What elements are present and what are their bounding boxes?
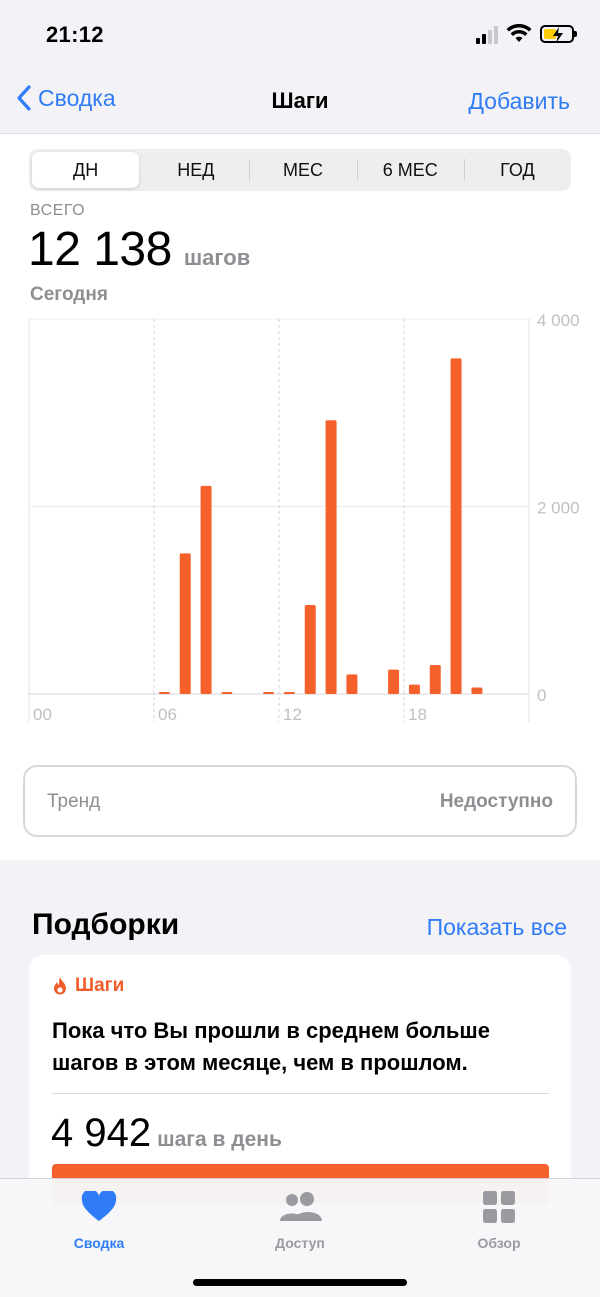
chart-bar — [221, 692, 233, 694]
chart-bar — [283, 692, 295, 694]
total-steps-value: 12 138 — [28, 223, 172, 276]
trend-row[interactable]: Тренд Недоступно — [23, 765, 577, 837]
highlight-stat: 4 942 шага в день — [51, 1111, 282, 1156]
chart-bar — [429, 664, 441, 694]
segment-day[interactable]: ДН — [32, 152, 140, 188]
status-bar: 21:12 — [0, 0, 600, 70]
people-icon — [280, 1192, 322, 1221]
flame-icon — [54, 977, 66, 995]
chart-bar — [346, 674, 358, 694]
tab-browse[interactable]: Обзор — [444, 1189, 554, 1251]
chart-bar — [179, 553, 191, 694]
total-steps-unit: шагов — [183, 245, 251, 270]
cellular-signal-icon — [476, 24, 498, 44]
chart-y-tick-label: 4 000 — [537, 312, 580, 330]
total-label: ВСЕГО — [30, 202, 86, 219]
wifi-icon — [506, 24, 532, 42]
tab-summary-label: Сводка — [73, 1235, 125, 1251]
highlight-value: 4 942 — [51, 1111, 152, 1155]
battery-icon — [540, 25, 577, 43]
steps-card: ДН НЕД МЕС 6 МЕС ГОД ВСЕГО 12 138 шагов … — [0, 134, 600, 860]
chart-bar — [471, 687, 483, 694]
chart-bar — [450, 358, 462, 694]
tab-summary[interactable]: Сводка — [44, 1189, 154, 1251]
status-icons — [476, 24, 577, 44]
segment-week[interactable]: НЕД — [142, 149, 249, 191]
chart-x-tick-label: 18 — [408, 705, 427, 724]
heart-icon — [81, 1191, 117, 1221]
total-row: 12 138 шагов — [28, 222, 250, 277]
period-label: Сегодня — [30, 284, 108, 305]
chart-bar — [158, 692, 170, 694]
chart-x-tick-label: 06 — [158, 705, 177, 724]
steps-bar-chart[interactable]: 0 2 000 4 000 00 06 12 18 — [0, 312, 600, 732]
chart-bar — [325, 420, 337, 694]
home-indicator — [193, 1279, 407, 1286]
navigation-bar: Сводка Шаги Добавить — [0, 70, 600, 134]
divider — [52, 1093, 549, 1094]
add-button[interactable]: Добавить — [468, 88, 570, 115]
highlight-category: Шаги — [51, 975, 124, 997]
chart-bar — [200, 485, 212, 694]
segment-year[interactable]: ГОД — [463, 149, 571, 191]
period-segmented-control: ДН НЕД МЕС 6 МЕС ГОД — [29, 149, 571, 191]
chart-x-tick-label: 00 — [33, 705, 52, 724]
chart-bar — [408, 684, 420, 694]
highlight-unit: шага в день — [157, 1128, 282, 1151]
chart-bar — [304, 604, 316, 694]
tab-sharing[interactable]: Доступ — [245, 1189, 355, 1251]
segment-month[interactable]: МЕС — [249, 149, 356, 191]
tab-browse-label: Обзор — [477, 1235, 521, 1251]
trend-value: Недоступно — [439, 791, 553, 812]
highlight-text: Пока что Вы прошли в среднем больше шаго… — [52, 1018, 491, 1075]
chart-y-tick-label: 2 000 — [537, 499, 580, 518]
chart-y-tick-label: 0 — [537, 686, 546, 705]
highlights-title: Подборки — [32, 908, 180, 941]
trend-label: Тренд — [47, 791, 101, 812]
tab-sharing-label: Доступ — [275, 1235, 325, 1251]
show-all-link[interactable]: Показать все — [427, 914, 567, 941]
chart-bar — [263, 692, 275, 694]
chart-bar — [388, 669, 400, 694]
segment-6-months[interactable]: 6 МЕС — [356, 149, 464, 191]
status-time: 21:12 — [46, 22, 104, 47]
highlight-category-label: Шаги — [75, 975, 125, 996]
grid-icon — [483, 1191, 515, 1223]
chart-x-tick-label: 12 — [283, 705, 302, 724]
